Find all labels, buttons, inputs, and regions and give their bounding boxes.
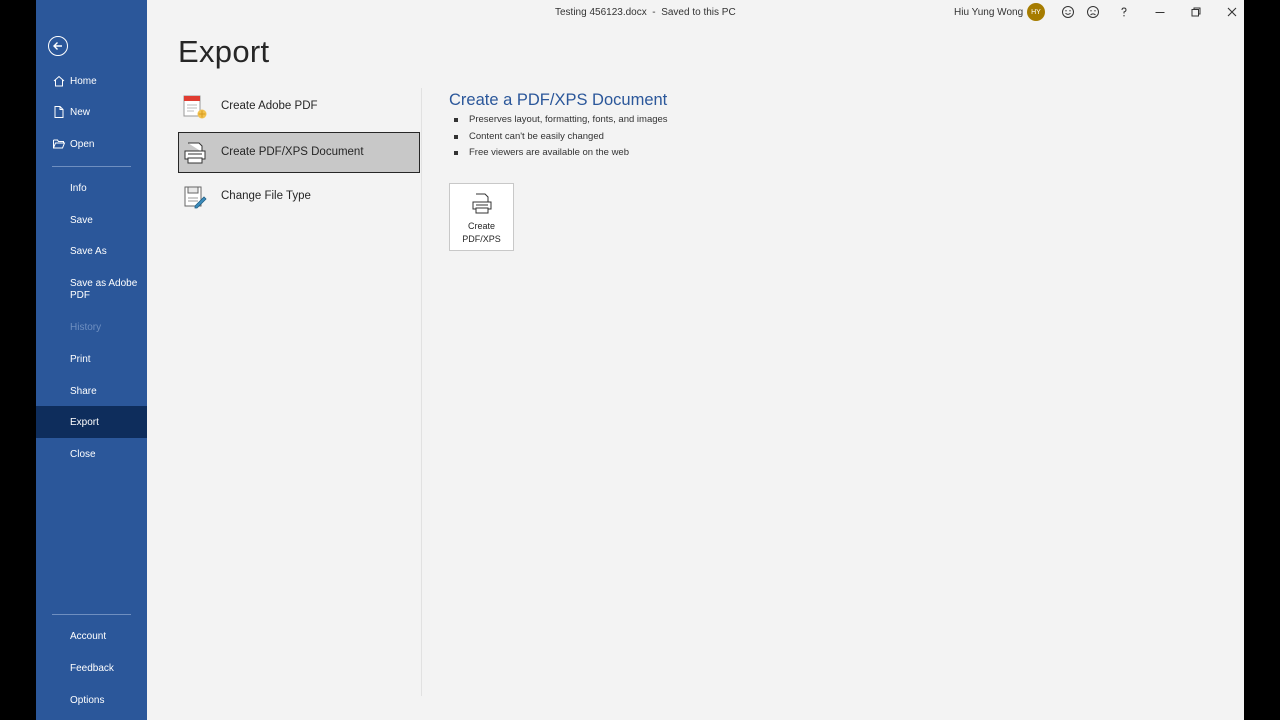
title-separator: - [649, 7, 659, 18]
adobe-pdf-icon [183, 95, 207, 119]
minimize-icon[interactable] [1153, 5, 1167, 19]
nav-history-label: History [70, 321, 102, 333]
open-folder-icon [53, 139, 66, 149]
create-pdf-xps-label: Create PDF/XPS Document [221, 146, 364, 158]
nav-account-label: Account [70, 630, 107, 642]
document-title: Testing 456123.docx - Saved to this PC [555, 7, 736, 18]
sidebar-divider-top [52, 166, 131, 167]
button-label-line1: Create [467, 221, 495, 231]
bullet-text: Content can't be easily changed [469, 130, 604, 142]
nav-home-label: Home [70, 75, 97, 87]
nav-save-as-label: Save As [70, 245, 107, 257]
nav-save[interactable]: Save [36, 204, 147, 236]
back-arrow-icon [53, 42, 62, 50]
nav-home[interactable]: Home [36, 65, 147, 97]
restore-icon[interactable] [1189, 5, 1203, 19]
user-name[interactable]: Hiu Yung Wong [954, 7, 1023, 18]
nav-share-label: Share [70, 385, 97, 397]
avatar[interactable]: HY [1027, 3, 1045, 21]
nav-export-label: Export [70, 416, 99, 428]
change-file-type-label: Change File Type [221, 190, 311, 202]
bullet-marker [454, 118, 458, 122]
create-pdf-xps-button-label: Create PDF/XPS [450, 220, 513, 245]
nav-options-label: Options [70, 694, 105, 706]
nav-save-as-adobe-line2: PDF [70, 290, 90, 301]
word-backstage-window: Home New Open Info Save Save As Save as … [36, 0, 1244, 720]
smile-feedback-icon[interactable] [1061, 5, 1075, 19]
bullet-text: Free viewers are available on the web [469, 147, 630, 158]
home-icon [53, 75, 65, 87]
document-name: Testing 456123.docx [555, 7, 647, 18]
create-pdf-xps-button[interactable]: Create PDF/XPS [449, 183, 514, 251]
detail-bullets: Preserves layout, formatting, fonts, and… [449, 114, 668, 164]
nav-save-as-adobe-line1: Save as Adobe [70, 278, 138, 289]
bullet-marker [454, 134, 458, 139]
nav-new[interactable]: New [36, 96, 147, 128]
create-adobe-pdf-label: Create Adobe PDF [221, 100, 318, 112]
nav-new-label: New [70, 106, 91, 118]
nav-open-label: Open [70, 138, 95, 150]
save-state: Saved to this PC [661, 7, 736, 18]
detail-heading: Create a PDF/XPS Document [449, 91, 668, 109]
new-document-icon [54, 106, 64, 118]
nav-save-as-adobe-pdf[interactable]: Save as Adobe PDF [36, 274, 147, 306]
back-button[interactable] [48, 36, 68, 56]
content-divider [421, 88, 422, 696]
bullet-text: Preserves layout, formatting, fonts, and… [469, 114, 668, 125]
nav-close[interactable]: Close [36, 438, 147, 470]
backstage-sidebar: Home New Open Info Save Save As Save as … [36, 0, 147, 720]
nav-options[interactable]: Options [36, 684, 147, 716]
nav-account[interactable]: Account [36, 620, 147, 652]
sidebar-divider-bottom [52, 614, 131, 615]
title-bar: Testing 456123.docx - Saved to this PC H… [147, 0, 1244, 24]
create-adobe-pdf-option[interactable]: Create Adobe PDF [178, 86, 420, 127]
bullet-marker [454, 151, 458, 155]
nav-feedback-label: Feedback [70, 662, 114, 674]
button-label-line2: PDF/XPS [462, 233, 501, 244]
change-file-type-icon [184, 186, 207, 209]
nav-share[interactable]: Share [36, 375, 147, 407]
nav-feedback[interactable]: Feedback [36, 652, 147, 684]
nav-export[interactable]: Export [36, 406, 147, 438]
nav-print-label: Print [70, 353, 91, 365]
nav-save-label: Save [70, 214, 93, 226]
change-file-type-option[interactable]: Change File Type [178, 176, 420, 217]
help-icon[interactable] [1117, 5, 1131, 19]
nav-open[interactable]: Open [36, 128, 147, 160]
nav-info[interactable]: Info [36, 172, 147, 204]
nav-close-label: Close [70, 448, 96, 460]
list-item: Content can't be easily changed [449, 131, 668, 148]
create-pdf-xps-option[interactable]: Create PDF/XPS Document [178, 132, 420, 173]
page-title: Export [178, 34, 270, 69]
close-icon[interactable] [1225, 5, 1239, 19]
nav-history: History [36, 311, 147, 343]
nav-info-label: Info [70, 182, 87, 194]
pdf-xps-printer-icon [472, 193, 492, 214]
nav-print[interactable]: Print [36, 343, 147, 375]
list-item: Free viewers are available on the web [449, 147, 668, 164]
list-item: Preserves layout, formatting, fonts, and… [449, 114, 668, 131]
frown-feedback-icon[interactable] [1086, 5, 1100, 19]
pdf-xps-document-icon [184, 142, 206, 164]
nav-save-as-adobe-pdf-label: Save as Adobe PDF [70, 278, 137, 302]
nav-save-as[interactable]: Save As [36, 235, 147, 267]
